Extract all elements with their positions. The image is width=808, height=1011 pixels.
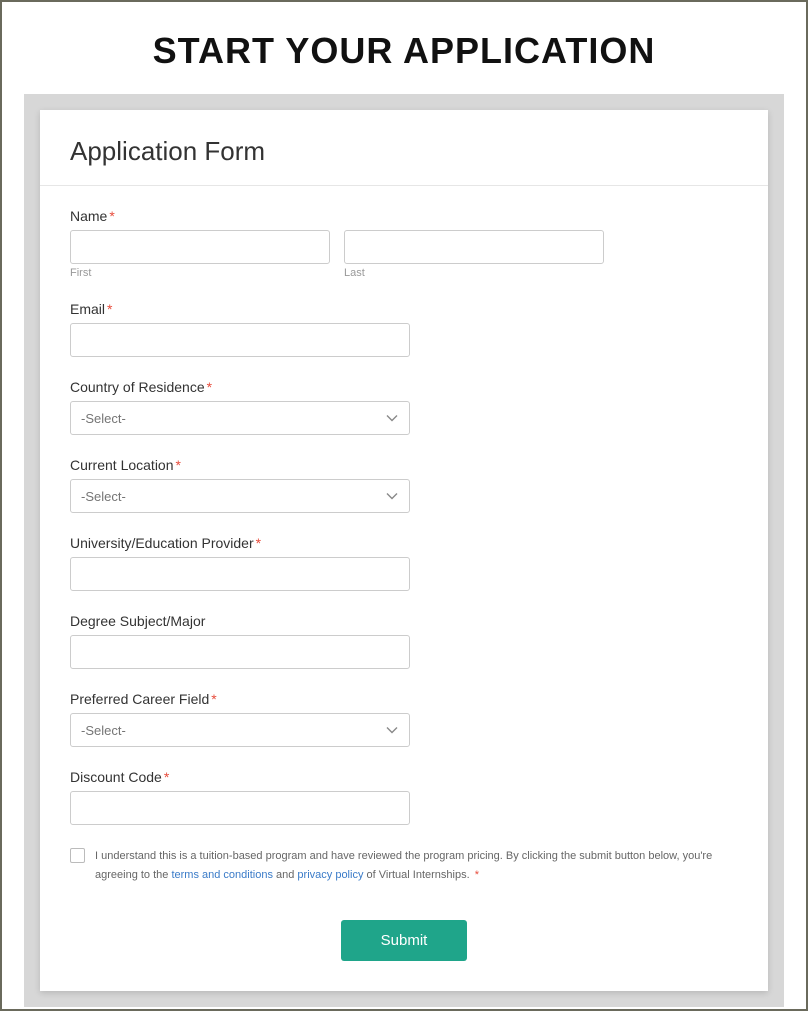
required-asterisk: * — [207, 379, 212, 395]
university-field-group: University/Education Provider* — [70, 535, 738, 591]
degree-input[interactable] — [70, 635, 410, 669]
discount-label: Discount Code* — [70, 769, 738, 785]
divider — [40, 185, 768, 186]
email-field-group: Email* — [70, 301, 738, 357]
career-select-wrap — [70, 713, 410, 747]
university-label-text: University/Education Provider — [70, 535, 254, 551]
country-label-text: Country of Residence — [70, 379, 205, 395]
agreement-row: I understand this is a tuition-based pro… — [70, 847, 738, 884]
name-field-group: Name* First Last — [70, 208, 738, 279]
last-name-sublabel: Last — [344, 267, 604, 279]
career-label: Preferred Career Field* — [70, 691, 738, 707]
email-label-text: Email — [70, 301, 105, 317]
required-asterisk: * — [256, 535, 261, 551]
privacy-link[interactable]: privacy policy — [297, 869, 363, 881]
required-asterisk: * — [109, 208, 114, 224]
discount-input[interactable] — [70, 791, 410, 825]
first-name-sublabel: First — [70, 267, 330, 279]
first-name-input[interactable] — [70, 230, 330, 264]
agreement-text: I understand this is a tuition-based pro… — [95, 847, 738, 884]
required-asterisk: * — [475, 869, 479, 881]
discount-field-group: Discount Code* — [70, 769, 738, 825]
submit-row: Submit — [70, 920, 738, 961]
page-title: START YOUR APPLICATION — [2, 30, 806, 72]
form-heading: Application Form — [70, 136, 738, 167]
country-select-wrap — [70, 401, 410, 435]
career-label-text: Preferred Career Field — [70, 691, 209, 707]
university-input[interactable] — [70, 557, 410, 591]
career-select[interactable] — [70, 713, 410, 747]
agreement-checkbox[interactable] — [70, 848, 85, 863]
required-asterisk: * — [176, 457, 181, 473]
country-label: Country of Residence* — [70, 379, 738, 395]
degree-label: Degree Subject/Major — [70, 613, 738, 629]
form-panel: Application Form Name* First Last Email — [24, 94, 784, 1007]
name-row: First Last — [70, 230, 738, 279]
location-select[interactable] — [70, 479, 410, 513]
terms-link[interactable]: terms and conditions — [171, 869, 273, 881]
location-field-group: Current Location* — [70, 457, 738, 513]
career-field-group: Preferred Career Field* — [70, 691, 738, 747]
country-field-group: Country of Residence* — [70, 379, 738, 435]
required-asterisk: * — [107, 301, 112, 317]
location-select-wrap — [70, 479, 410, 513]
degree-field-group: Degree Subject/Major — [70, 613, 738, 669]
required-asterisk: * — [164, 769, 169, 785]
university-label: University/Education Provider* — [70, 535, 738, 551]
discount-label-text: Discount Code — [70, 769, 162, 785]
required-asterisk: * — [211, 691, 216, 707]
agreement-text-after: of Virtual Internships. — [363, 869, 472, 881]
email-label: Email* — [70, 301, 738, 317]
agreement-and: and — [273, 869, 297, 881]
submit-button[interactable]: Submit — [341, 920, 468, 961]
first-name-col: First — [70, 230, 330, 279]
country-select[interactable] — [70, 401, 410, 435]
location-label-text: Current Location — [70, 457, 174, 473]
email-input[interactable] — [70, 323, 410, 357]
location-label: Current Location* — [70, 457, 738, 473]
degree-label-text: Degree Subject/Major — [70, 613, 205, 629]
last-name-col: Last — [344, 230, 604, 279]
form-card: Application Form Name* First Last Email — [40, 110, 768, 991]
name-label: Name* — [70, 208, 738, 224]
last-name-input[interactable] — [344, 230, 604, 264]
name-label-text: Name — [70, 208, 107, 224]
